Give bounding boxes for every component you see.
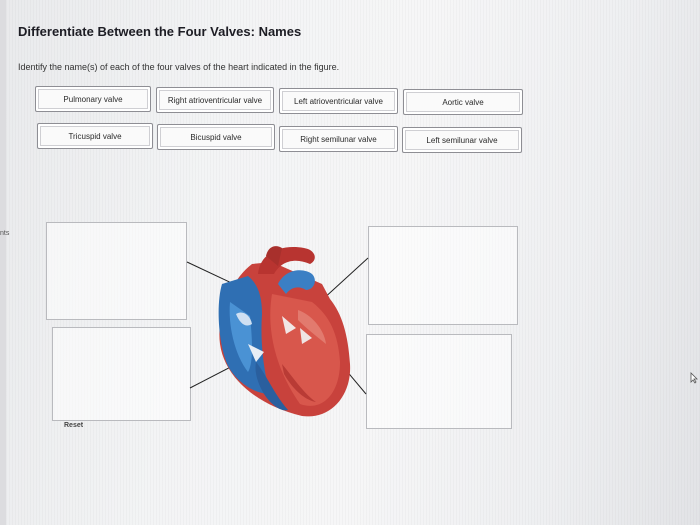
label-chip-left-atrioventricular-valve[interactable]: Left atrioventricular valve [279, 88, 398, 114]
instruction-text: Identify the name(s) of each of the four… [18, 62, 340, 72]
label-chip-bicuspid-valve[interactable]: Bicuspid valve [157, 124, 275, 150]
label-chip-left-semilunar-valve[interactable]: Left semilunar valve [402, 127, 522, 153]
drop-target-top-right[interactable] [368, 226, 518, 325]
left-panel-edge [0, 0, 6, 525]
reset-button[interactable]: Reset [64, 422, 83, 429]
label-chip-aortic-valve[interactable]: Aortic valve [403, 89, 523, 115]
drop-target-bottom-left[interactable] [52, 327, 191, 421]
label-chip-pulmonary-valve[interactable]: Pulmonary valve [35, 86, 151, 112]
mouse-cursor-icon [690, 372, 698, 384]
label-chip-right-atrioventricular-valve[interactable]: Right atrioventricular valve [156, 87, 274, 113]
label-chip-right-semilunar-valve[interactable]: Right semilunar valve [279, 126, 398, 152]
drop-target-bottom-right[interactable] [366, 334, 512, 429]
heart-diagram-icon [218, 246, 351, 417]
drop-target-top-left[interactable] [46, 222, 187, 320]
page-title: Differentiate Between the Four Valves: N… [18, 24, 302, 39]
label-chip-tricuspid-valve[interactable]: Tricuspid valve [37, 123, 153, 149]
left-panel-text: nts [0, 230, 10, 237]
